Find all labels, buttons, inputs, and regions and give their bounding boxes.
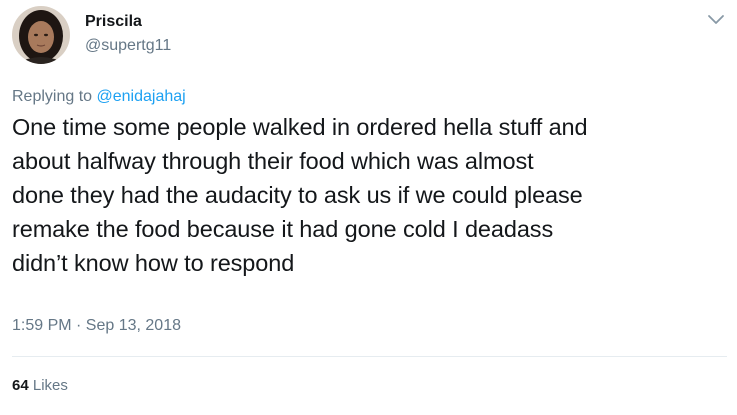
- user-avatar-icon: [12, 6, 70, 64]
- tweet-menu-button[interactable]: [706, 12, 726, 28]
- tweet-text-line: One time some people walked in ordered h…: [12, 114, 588, 140]
- display-name[interactable]: Priscila: [85, 13, 142, 31]
- tweet-text: One time some people walked in ordered h…: [12, 110, 727, 280]
- tweet-text-line: done they had the audacity to ask us if …: [12, 182, 583, 208]
- tweet-text-line: about halfway through their food which w…: [12, 148, 534, 174]
- likes-stat[interactable]: 64 Likes: [12, 377, 68, 394]
- avatar[interactable]: [12, 6, 70, 64]
- replying-to-label: Replying to: [12, 88, 93, 105]
- tweet-card: Priscila @supertg11 Replying to @enidaja…: [0, 0, 737, 415]
- likes-label: Likes: [32, 377, 68, 394]
- tweet-timestamp[interactable]: 1:59 PM · Sep 13, 2018: [12, 317, 181, 335]
- tweet-text-line: remake the food because it had gone cold…: [12, 216, 554, 242]
- chevron-down-icon: [708, 15, 724, 24]
- user-handle[interactable]: @supertg11: [85, 37, 171, 55]
- likes-count: 64: [12, 377, 29, 394]
- reply-mention-link[interactable]: @enidajahaj: [97, 88, 186, 105]
- tweet-text-line: didn’t know how to respond: [12, 250, 295, 276]
- replying-to: Replying to @enidajahaj: [12, 88, 186, 106]
- divider: [12, 356, 727, 357]
